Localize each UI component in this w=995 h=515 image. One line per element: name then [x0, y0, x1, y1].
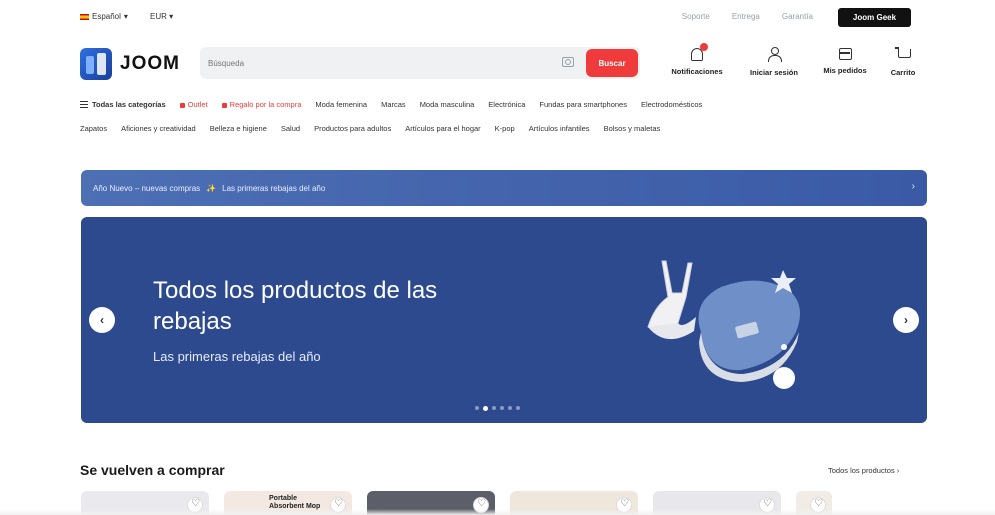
currency-label: EUR: [150, 12, 167, 21]
carousel-prev-button[interactable]: ‹: [89, 307, 115, 333]
chevron-down-icon: ▾: [123, 12, 128, 21]
category-phone-cases[interactable]: Fundas para smartphones: [539, 100, 627, 109]
hero-title: Todos los productos de las rebajas: [153, 277, 438, 335]
link-support[interactable]: Soporte: [682, 12, 710, 21]
joom-logo[interactable]: JOOM: [80, 48, 180, 80]
cart-label: Carrito: [890, 68, 916, 77]
chevron-down-icon: ▾: [169, 12, 174, 21]
header-actions: Notificaciones Iniciar sesión Mis pedido…: [660, 43, 930, 77]
category-shoes[interactable]: Zapatos: [80, 124, 107, 133]
login-label: Iniciar sesión: [750, 68, 798, 77]
spain-flag-icon: [80, 13, 89, 20]
section-title: Se vuelven a comprar: [80, 462, 225, 478]
user-icon: [766, 46, 782, 62]
category-beauty[interactable]: Belleza e higiene: [210, 124, 267, 133]
category-adult[interactable]: Productos para adultos: [314, 124, 391, 133]
link-delivery[interactable]: Entrega: [732, 12, 760, 21]
my-orders-label: Mis pedidos: [823, 66, 867, 75]
top-links: Soporte Entrega Garantía: [682, 12, 813, 21]
login-button[interactable]: Iniciar sesión: [734, 46, 814, 77]
joom-geek-button[interactable]: Joom Geek: [838, 8, 911, 27]
cart-button[interactable]: Carrito: [876, 46, 930, 77]
decor-ball: [773, 367, 795, 389]
category-label: Regalo por la compra: [229, 100, 302, 109]
all-categories-label: Todas las categorías: [92, 100, 166, 109]
language-selector[interactable]: Español ▾: [80, 12, 128, 21]
category-electronics[interactable]: Electrónica: [488, 100, 525, 109]
hero-carousel[interactable]: Todos los productos de las rebajas Las p…: [81, 217, 927, 423]
decor-dot: [781, 344, 787, 350]
category-home[interactable]: Artículos para el hogar: [405, 124, 480, 133]
promo-text: Año Nuevo – nuevas compras: [93, 183, 201, 193]
category-womens-fashion[interactable]: Moda femenina: [315, 100, 367, 109]
category-brands[interactable]: Marcas: [381, 100, 406, 109]
joom-logo-icon: [80, 48, 112, 80]
bottom-fade: [0, 509, 995, 515]
bell-icon: [691, 43, 708, 61]
chevron-right-icon: ›: [911, 181, 915, 192]
category-label: Outlet: [187, 100, 208, 109]
currency-selector[interactable]: EUR ▾: [150, 12, 173, 21]
carousel-dot[interactable]: [500, 406, 504, 410]
promo-banner[interactable]: Año Nuevo – nuevas compras ✨ Las primera…: [81, 170, 927, 206]
category-kpop[interactable]: K-pop: [495, 124, 515, 133]
category-outlet[interactable]: Outlet: [179, 100, 208, 109]
top-utility-bar: Español ▾ EUR ▾ Soporte Entrega Garantía…: [0, 0, 995, 34]
language-label: Español: [92, 12, 121, 21]
carousel-dot[interactable]: [516, 406, 520, 410]
all-products-link[interactable]: Todos los productos ›: [828, 466, 899, 475]
search-button[interactable]: Buscar: [586, 49, 638, 77]
notifications-button[interactable]: Notificaciones: [660, 43, 734, 77]
category-bags[interactable]: Bolsos y maletas: [604, 124, 661, 133]
camera-search-icon[interactable]: [562, 57, 574, 67]
link-warranty[interactable]: Garantía: [782, 12, 813, 21]
logo-text: JOOM: [120, 53, 180, 74]
promo-secondary-text: Las primeras rebajas del año: [222, 183, 326, 193]
carousel-next-button[interactable]: ›: [893, 307, 919, 333]
sparkle-icon: ✨: [206, 183, 217, 193]
tag-icon: [179, 102, 185, 108]
category-health[interactable]: Salud: [281, 124, 300, 133]
carousel-dot[interactable]: [475, 406, 479, 410]
my-orders-button[interactable]: Mis pedidos: [814, 46, 876, 77]
hero-subtitle: Las primeras rebajas del año: [153, 349, 321, 364]
carousel-dot[interactable]: [492, 406, 496, 410]
search-bar: Buscar: [200, 47, 640, 79]
search-input[interactable]: [208, 55, 548, 71]
slipper-product-image: [698, 270, 800, 382]
carousel-dot[interactable]: [508, 406, 512, 410]
category-mens-fashion[interactable]: Moda masculina: [420, 100, 475, 109]
all-categories-link[interactable]: Todas las categorías: [80, 100, 166, 109]
category-hobbies[interactable]: Aficiones y creatividad: [121, 124, 196, 133]
carousel-dot[interactable]: [483, 406, 488, 411]
notification-dot: [700, 43, 708, 51]
carousel-indicators: [475, 406, 520, 411]
category-gift[interactable]: Regalo por la compra: [221, 100, 302, 109]
cart-icon: [895, 46, 911, 62]
category-nav-row-1: Todas las categorías Outlet Regalo por l…: [80, 100, 702, 109]
orders-icon: [838, 48, 852, 60]
category-nav-row-2: Zapatos Aficiones y creatividad Belleza …: [80, 124, 660, 133]
menu-icon: [80, 101, 88, 108]
category-kids[interactable]: Artículos infantiles: [529, 124, 590, 133]
category-appliances[interactable]: Electrodomésticos: [641, 100, 702, 109]
notifications-label: Notificaciones: [671, 67, 723, 76]
gift-icon: [221, 102, 227, 108]
